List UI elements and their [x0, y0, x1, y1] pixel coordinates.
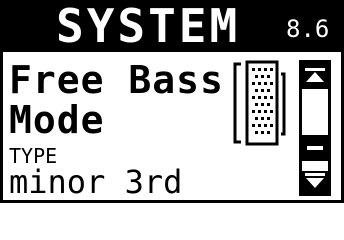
parameter-panel: Free Bass Mode TYPE minor 3rd — [9, 52, 227, 200]
scroll-down-arrow-icon[interactable] — [302, 171, 328, 193]
scroll-up-arrow-icon[interactable] — [302, 63, 328, 89]
screen-title: SYSTEM — [56, 0, 241, 53]
bass-button-board-icon — [233, 60, 286, 146]
scroll-thumb[interactable] — [302, 135, 328, 161]
header-bar: SYSTEM 8.6 — [0, 0, 344, 52]
scrollbar[interactable] — [299, 60, 331, 196]
parameter-name-line-2: Mode — [9, 98, 105, 142]
page-number: 8.6 — [286, 15, 330, 43]
content-frame: Free Bass Mode TYPE minor 3rd — [0, 52, 344, 203]
type-value[interactable]: minor 3rd — [9, 165, 182, 199]
lcd-screen: SYSTEM 8.6 Free Bass Mode TYPE minor 3rd — [0, 0, 344, 203]
parameter-name-line-1: Free Bass — [9, 58, 224, 102]
